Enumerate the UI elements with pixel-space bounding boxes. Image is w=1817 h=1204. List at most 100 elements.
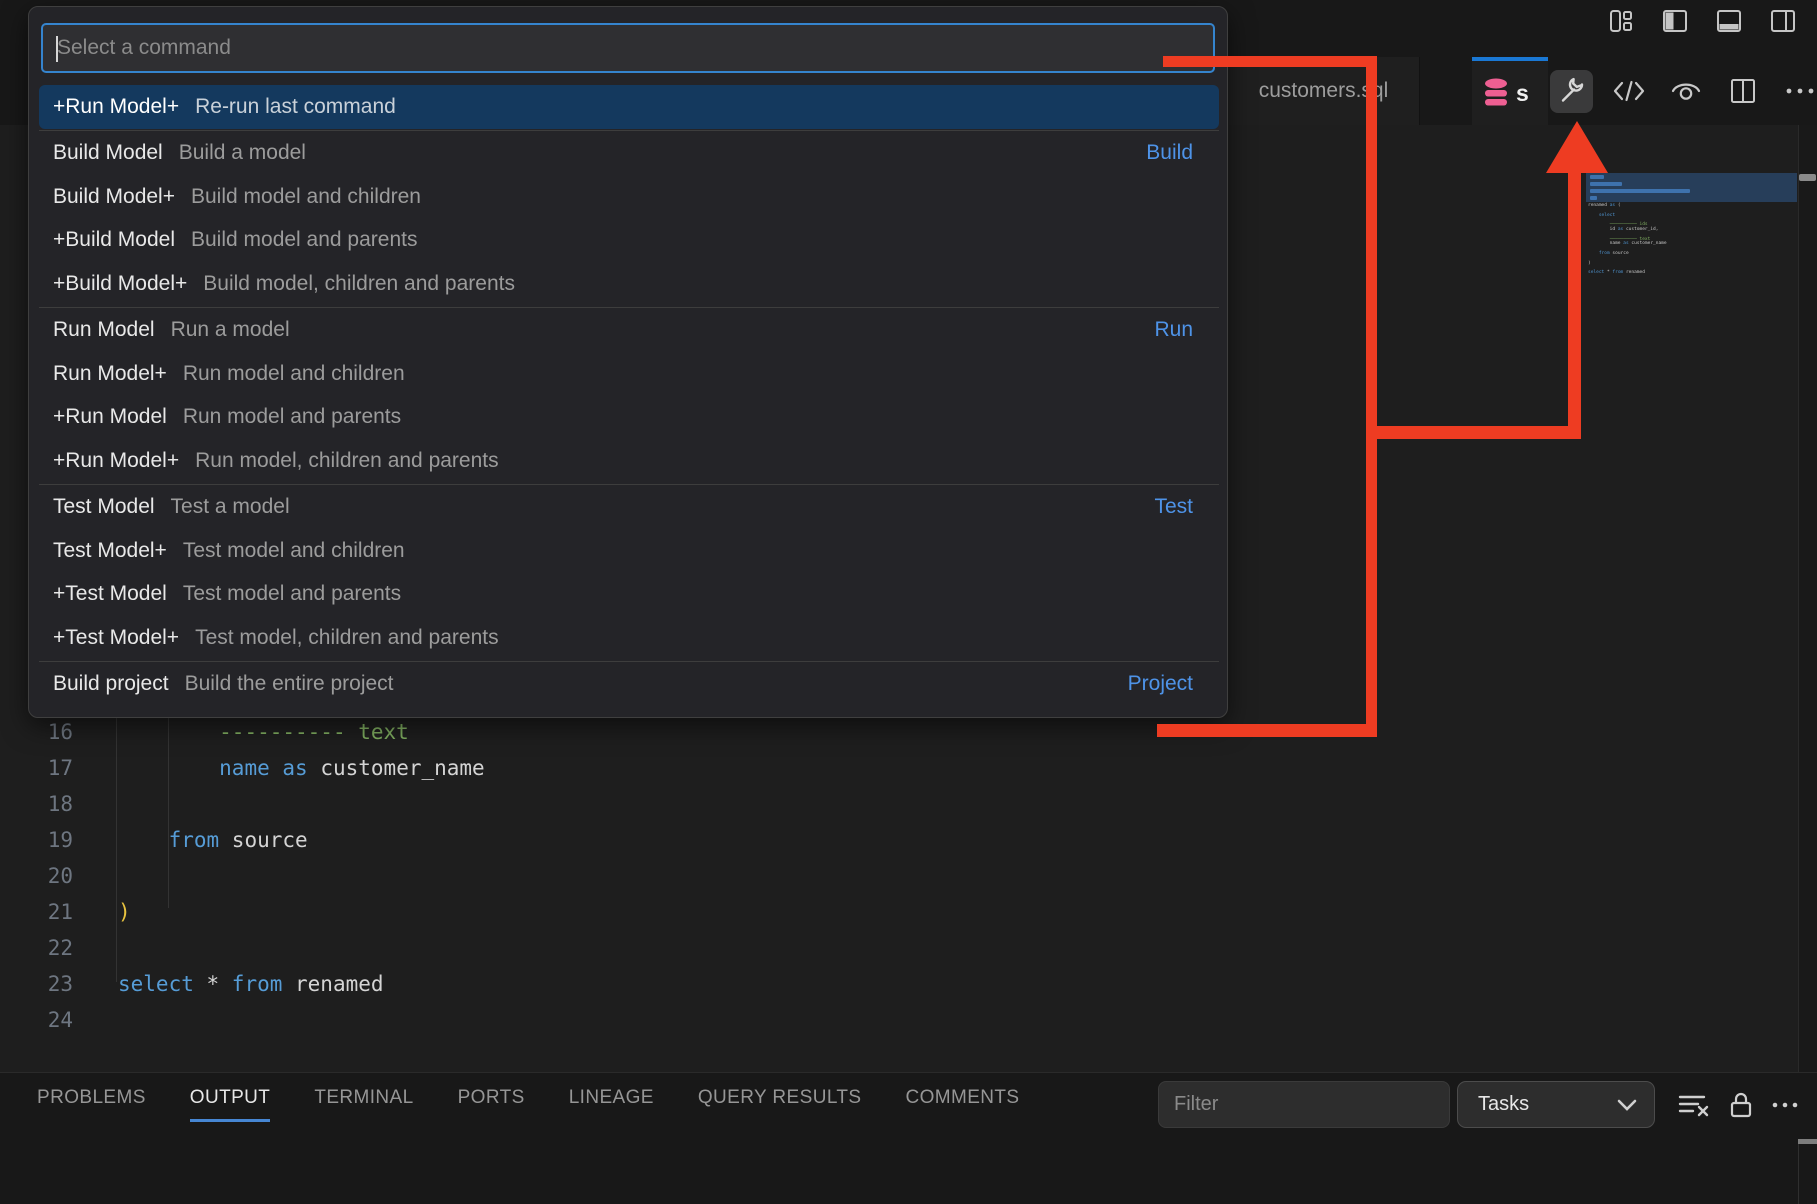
command-input-box[interactable] xyxy=(41,23,1215,73)
code-icon[interactable] xyxy=(1607,70,1650,113)
panel-tab-ports[interactable]: PORTS xyxy=(458,1087,525,1122)
wrench-icon[interactable] xyxy=(1550,70,1593,113)
code-token: source xyxy=(219,828,308,852)
lock-icon[interactable] xyxy=(1724,1092,1758,1118)
palette-item[interactable]: +Build ModelBuild model and parents xyxy=(39,219,1219,263)
panel-scrollbar-thumb[interactable] xyxy=(1798,1139,1817,1144)
code-line[interactable]: 21) xyxy=(0,894,1400,930)
code-token: renamed xyxy=(1588,203,1610,208)
minimap[interactable]: renamed as ( select ────────── ids id as… xyxy=(1586,125,1797,1072)
code-token: customer_id, xyxy=(1623,227,1658,232)
editor-scrollbar-thumb[interactable] xyxy=(1799,174,1816,181)
code-line[interactable]: 22 xyxy=(0,930,1400,966)
filter-input[interactable] xyxy=(1159,1082,1449,1127)
palette-item[interactable]: +Build Model+ Build model, children and p… xyxy=(39,262,1219,306)
panel-tab-lineage[interactable]: LINEAGE xyxy=(569,1087,654,1122)
code-token: * xyxy=(194,972,232,996)
palette-item[interactable]: Test ModelTest a modelTest xyxy=(39,486,1219,530)
palette-item[interactable]: Build ModelBuild a modelBuild xyxy=(39,132,1219,176)
panel-tab-comments[interactable]: COMMENTS xyxy=(905,1087,1019,1122)
code-line[interactable]: 20 xyxy=(0,858,1400,894)
palette-item-label: Build project xyxy=(53,672,169,696)
palette-separator xyxy=(39,661,1219,662)
palette-item[interactable]: Run ModelRun a modelRun xyxy=(39,309,1219,353)
palette-item[interactable]: +Test Model+Test model, children and par… xyxy=(39,616,1219,660)
minimap-code: renamed as ( select ────────── ids id as… xyxy=(1588,204,1793,276)
customize-layout-icon[interactable] xyxy=(1607,7,1635,35)
tab-label: s xyxy=(1516,80,1529,107)
panel-tab-terminal[interactable]: TERMINAL xyxy=(314,1087,413,1122)
annotation-arrowhead xyxy=(1546,121,1608,173)
palette-item[interactable]: Run Model+Run model and children xyxy=(39,352,1219,396)
code-lines[interactable]: 16 ---------- text 17 name as customer_na… xyxy=(0,714,1400,1038)
code-token: from xyxy=(232,972,283,996)
code-token: renamed xyxy=(282,972,383,996)
toggle-panel-icon[interactable] xyxy=(1715,7,1743,35)
palette-item[interactable]: Clean projectRun `dbt clean` xyxy=(39,706,1219,718)
palette-item-description: Build the entire project xyxy=(185,672,394,696)
palette-item[interactable]: Build Model+Build model and children xyxy=(39,175,1219,219)
panel-tab-problems[interactable]: PROBLEMS xyxy=(37,1087,146,1122)
code-token: ) xyxy=(118,900,131,924)
palette-item-description: Re-run last command xyxy=(195,95,396,119)
palette-item[interactable]: Test Model+Test model and children xyxy=(39,529,1219,573)
tasks-label: Tasks xyxy=(1478,1093,1529,1116)
code-token: select xyxy=(1588,270,1604,275)
code-token: from xyxy=(1612,270,1623,275)
split-editor-icon[interactable] xyxy=(1721,70,1764,113)
code-line[interactable]: 23 select * from renamed xyxy=(0,966,1400,1002)
code-line[interactable]: 19 from source xyxy=(0,822,1400,858)
palette-item[interactable]: +Run Model+Run model, children and paren… xyxy=(39,439,1219,483)
panel-tab-output[interactable]: OUTPUT xyxy=(190,1087,271,1122)
palette-item-description: Run model and parents xyxy=(183,405,401,429)
palette-item-description: Build model, children and parents xyxy=(203,272,515,296)
line-number: 20 xyxy=(0,858,73,894)
palette-item[interactable]: Build projectBuild the entire projectPro… xyxy=(39,663,1219,707)
line-number: 16 xyxy=(0,714,73,750)
palette-item[interactable]: +Test ModelTest model and parents xyxy=(39,573,1219,617)
toggle-primary-sidebar-icon[interactable] xyxy=(1661,7,1689,35)
line-number: 22 xyxy=(0,930,73,966)
layout-controls xyxy=(1607,7,1797,35)
palette-item-label: +Build Model+ xyxy=(53,272,187,296)
code-line[interactable]: 18 xyxy=(0,786,1400,822)
preview-eye-icon[interactable] xyxy=(1664,70,1707,113)
code-line[interactable]: 17 name as customer_name xyxy=(0,750,1400,786)
line-number: 24 xyxy=(0,1002,73,1038)
palette-item-description: Test a model xyxy=(171,495,290,519)
palette-item-description: Test model, children and parents xyxy=(195,626,499,650)
palette-item[interactable]: +Run ModelRun model and parents xyxy=(39,396,1219,440)
palette-item-label: Test Model+ xyxy=(53,539,167,563)
panel-tab-query-results[interactable]: QUERY RESULTS xyxy=(698,1087,862,1122)
palette-item-category: Build xyxy=(1146,141,1193,165)
code-token: ---------- text xyxy=(219,720,409,744)
annotation-segment xyxy=(1568,168,1581,439)
chevron-down-icon xyxy=(1616,1098,1638,1112)
palette-item-category: Run xyxy=(1154,318,1193,342)
editor-actions xyxy=(1550,57,1817,125)
code-line[interactable]: 24 xyxy=(0,1002,1400,1038)
toggle-secondary-sidebar-icon[interactable] xyxy=(1769,7,1797,35)
code-token: as xyxy=(282,756,307,780)
tasks-dropdown[interactable]: Tasks xyxy=(1457,1081,1655,1128)
line-number: 19 xyxy=(0,822,73,858)
tab-customers-sql[interactable]: customers.sql xyxy=(1228,57,1420,125)
dbt-database-icon xyxy=(1484,78,1508,108)
palette-item-description: Run a model xyxy=(171,318,290,342)
command-input[interactable] xyxy=(43,25,1213,71)
code-token: from xyxy=(169,828,220,852)
palette-item-label: Build Model xyxy=(53,141,163,165)
palette-item-description: Build model and parents xyxy=(191,228,417,252)
code-token: select xyxy=(118,972,194,996)
line-number: 23 xyxy=(0,966,73,1002)
vscode-window: customers.sql s xyxy=(0,0,1817,1204)
more-icon[interactable] xyxy=(1768,1092,1802,1118)
palette-item-description: Test model and parents xyxy=(183,582,401,606)
bottom-panel: PROBLEMS OUTPUT TERMINAL PORTS LINEAGE QUERY … xyxy=(0,1072,1817,1204)
annotation-segment xyxy=(1366,56,1377,737)
clear-output-icon[interactable] xyxy=(1677,1092,1711,1118)
tab-compiled-sql[interactable]: s xyxy=(1472,57,1548,125)
filter-box[interactable] xyxy=(1158,1081,1450,1128)
more-actions-icon[interactable] xyxy=(1778,70,1817,113)
palette-item[interactable]: +Run Model+Re-run last command xyxy=(39,85,1219,129)
